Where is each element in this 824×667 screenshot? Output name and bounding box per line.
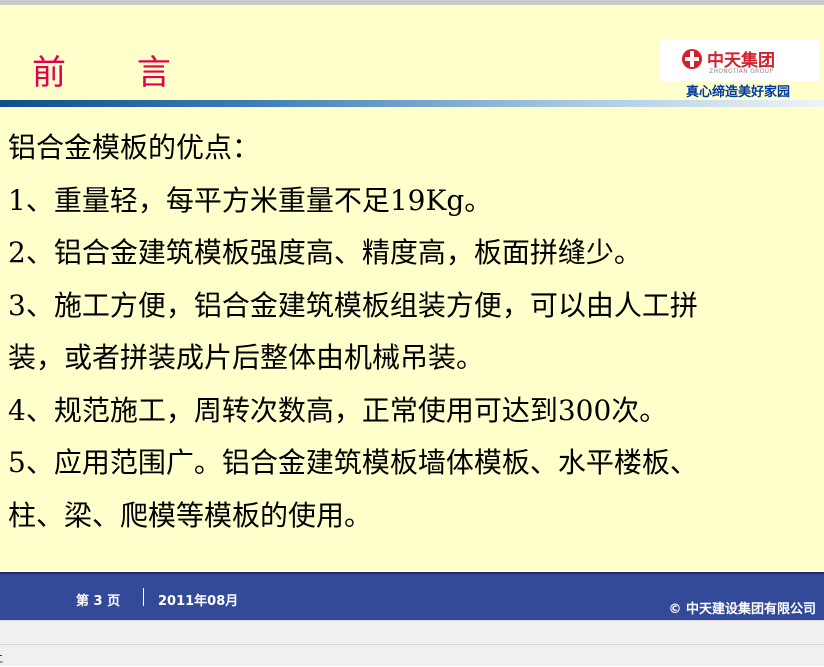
page-number: 第 3 页: [76, 594, 121, 609]
body-line: 装，或者拼装成片后整体由机械吊装。: [8, 341, 485, 374]
logo-slogan: 真心缔造美好家园: [686, 85, 791, 100]
body-line: 柱、梁、爬模等模板的使用。: [8, 498, 373, 532]
logo-subtitle: ZHONGTIAN GROUP: [709, 68, 774, 75]
body-line: 1、重量轻，每平方米重量不足19Kg。: [8, 183, 493, 217]
viewer-bottom-bar: ﾆ: [0, 620, 824, 666]
company-logo: 中天集团 ZHONGTIAN GROUP: [659, 39, 819, 81]
logo-mark-icon: [682, 49, 702, 69]
body-line: 2、铝合金建筑模板强度高、精度高，板面拼缝少。: [8, 236, 642, 269]
status-text: ﾆ: [0, 652, 4, 666]
body-line: 4、规范施工，周转次数高，正常使用可达到300次。: [8, 393, 668, 427]
footer-date: 2011年08月: [158, 594, 239, 609]
slide-canvas: 前 言 中天集团 ZHONGTIAN GROUP 真心缔造美好家园 铝合金模板的…: [0, 5, 824, 572]
slide-body: 铝合金模板的优点： 1、重量轻，每平方米重量不足19Kg。 2、铝合金建筑模板强…: [8, 122, 816, 542]
slide-title: 前 言: [32, 53, 201, 93]
body-line: 5、应用范围广。铝合金建筑模板墙体模板、水平楼板、: [8, 446, 698, 479]
body-line: 3、施工方便，铝合金建筑模板组装方便，可以由人工拼: [8, 288, 698, 322]
footer-copyright: © 中天建设集团有限公司: [668, 602, 816, 617]
title-divider: [0, 100, 824, 107]
footer-separator: [143, 588, 144, 606]
body-line: 铝合金模板的优点：: [8, 131, 261, 164]
bottom-bar-divider: [0, 644, 824, 645]
slide-footer: 第 3 页 2011年08月 © 中天建设集团有限公司: [0, 572, 824, 620]
